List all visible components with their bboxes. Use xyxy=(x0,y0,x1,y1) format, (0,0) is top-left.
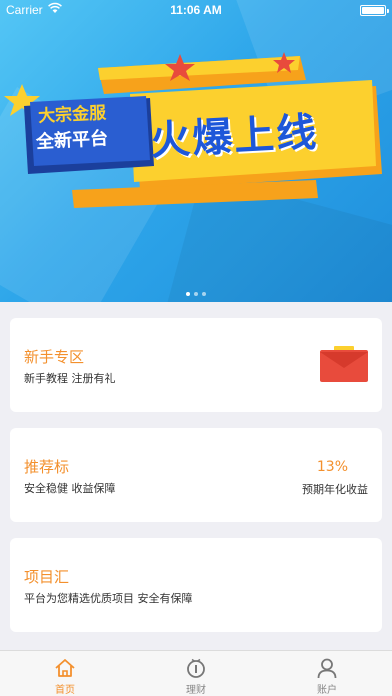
annual-rate-label: 预期年化收益 xyxy=(302,483,368,496)
banner-tagline-1: 大宗金服 xyxy=(37,103,107,127)
card-title: 新手专区 xyxy=(24,348,85,366)
card-title: 推荐标 xyxy=(24,458,70,476)
account-icon xyxy=(317,658,337,679)
card-title: 项目汇 xyxy=(24,568,70,586)
tab-label: 首页 xyxy=(55,685,75,696)
tab-home[interactable]: 首页 xyxy=(0,651,130,696)
page-dot[interactable] xyxy=(202,292,206,296)
tab-label: 理财 xyxy=(186,685,206,696)
battery-icon xyxy=(360,5,389,16)
tab-label: 账户 xyxy=(317,685,337,696)
banner-headline: 火爆上线 xyxy=(149,109,320,165)
tab-account[interactable]: 账户 xyxy=(262,651,392,696)
tab-finance[interactable]: 理财 xyxy=(131,651,261,696)
clock: 11:06 AM xyxy=(170,3,222,17)
page-dot[interactable] xyxy=(194,292,198,296)
status-bar: Carrier 11:06 AM xyxy=(0,0,392,20)
card-subtitle: 新手教程 注册有礼 xyxy=(24,372,116,385)
page-dot[interactable] xyxy=(186,292,190,296)
promo-banner[interactable]: Carrier 11:06 AM 大宗金服 全新平台 火爆上线 xyxy=(0,0,392,302)
finance-icon xyxy=(187,658,205,678)
card-subtitle: 安全稳健 收益保障 xyxy=(24,482,116,495)
card-subtitle: 平台为您精选优质项目 安全有保障 xyxy=(24,592,193,605)
banner-tagline-2: 全新平台 xyxy=(35,128,109,153)
tab-bar: 首页 理财 账户 xyxy=(0,650,392,696)
red-envelope-icon: ¥ xyxy=(320,346,368,382)
recommended-card[interactable]: 推荐标 安全稳健 收益保障 13% 预期年化收益 xyxy=(10,428,382,522)
projects-card[interactable]: 项目汇 平台为您精选优质项目 安全有保障 xyxy=(10,538,382,632)
banner-page-indicator[interactable] xyxy=(0,292,392,296)
home-icon xyxy=(55,659,75,677)
annual-rate: 13% xyxy=(316,459,348,475)
newbie-zone-card[interactable]: 新手专区 新手教程 注册有礼 ¥ xyxy=(10,318,382,412)
screen: Carrier 11:06 AM 大宗金服 全新平台 火爆上线 新手专区 新手教… xyxy=(0,0,392,696)
